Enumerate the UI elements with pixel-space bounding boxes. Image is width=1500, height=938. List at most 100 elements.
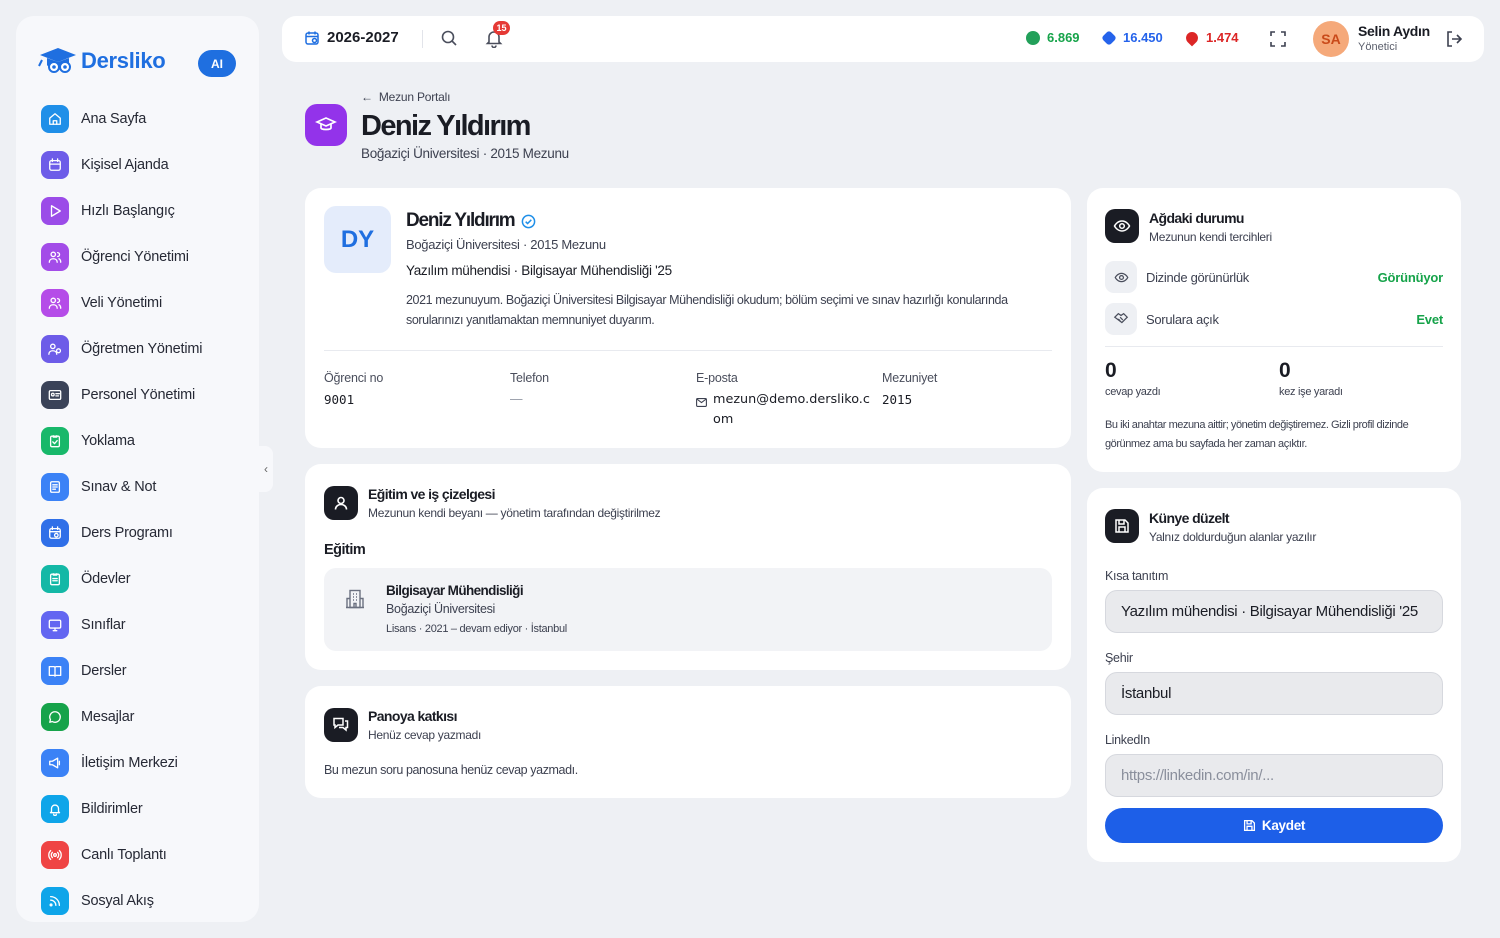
user-name: Selin Aydın [1358, 23, 1430, 39]
eye-icon [1105, 261, 1137, 293]
sidebar-item-label: Dersler [81, 663, 127, 679]
stat-blue-value: 16.450 [1123, 30, 1163, 45]
field-phone: Telefon — [510, 371, 549, 406]
users-icon [41, 243, 69, 271]
graduation-cap-logo-icon [38, 46, 78, 76]
sidebar-item-personel-yönetimi[interactable]: Personel Yönetimi [41, 372, 202, 418]
sidebar-item-label: Yoklama [81, 433, 135, 449]
helpful-count: 0 [1279, 359, 1291, 382]
handshake-icon [1105, 303, 1137, 335]
visibility-value: Görünüyor [1377, 270, 1444, 285]
sidebar-item-canlı-toplantı[interactable]: Canlı Toplantı [41, 832, 202, 878]
logout-button[interactable] [1444, 29, 1464, 54]
email-value: mezun@demo.dersliko.com [713, 392, 870, 427]
sidebar-item-hızlı-başlangıç[interactable]: Hızlı Başlangıç [41, 188, 202, 234]
breadcrumb[interactable]: ← Mezun Portalı [361, 90, 450, 104]
board-note: Bu mezun soru panosuna henüz cevap yazma… [324, 763, 578, 777]
search-icon [441, 30, 457, 46]
sidebar-item-sınav-not[interactable]: Sınav & Not [41, 464, 202, 510]
sidebar-item-label: İletişim Merkezi [81, 755, 178, 771]
field-value: 2015 [882, 392, 913, 407]
edit-card: Künye düzelt Yalnız doldurduğun alanlar … [1087, 488, 1461, 862]
fullscreen-button[interactable] [1269, 30, 1287, 53]
questions-open-value: Evet [1416, 312, 1443, 327]
sidebar-collapse-button[interactable]: ‹ [259, 446, 273, 492]
sidebar-item-label: Veli Yönetimi [81, 295, 162, 311]
notification-count-badge: 15 [493, 21, 510, 35]
sidebar-item-ders-programı[interactable]: Ders Programı [41, 510, 202, 556]
sidebar-item-ana-sayfa[interactable]: Ana Sayfa [41, 96, 202, 142]
play-icon [41, 197, 69, 225]
ai-badge-button[interactable]: AI [198, 50, 236, 77]
education-card: Eğitim ve iş çizelgesi Mezunun kendi bey… [305, 464, 1071, 670]
answers-label: cevap yazdı [1105, 386, 1161, 398]
edit-subtitle: Yalnız doldurduğun alanlar yazılır [1149, 530, 1317, 544]
field-label: Telefon [510, 371, 549, 385]
sidebar-item-label: Personel Yönetimi [81, 387, 196, 403]
city-field-label: Şehir [1105, 651, 1133, 665]
network-title: Ağdaki durumu [1149, 210, 1244, 226]
save-button[interactable]: Kaydet [1105, 808, 1443, 843]
teacher-icon [41, 335, 69, 363]
stat-red: 1.474 [1183, 29, 1239, 46]
monitor-icon [41, 611, 69, 639]
building-icon [346, 589, 364, 609]
divider [1105, 346, 1443, 347]
field-label: Mezuniyet [882, 371, 938, 385]
linkedin-input[interactable] [1105, 754, 1443, 797]
field-label: E-posta [696, 371, 738, 385]
user-avatar[interactable]: SA [1313, 21, 1349, 57]
sidebar-item-bildirimler[interactable]: Bildirimler [41, 786, 202, 832]
city-input[interactable] [1105, 672, 1443, 715]
profile-name: Deniz Yıldırım [406, 210, 536, 232]
sidebar-item-label: Sınav & Not [81, 479, 157, 495]
book-icon [41, 657, 69, 685]
sidebar-item-dersler[interactable]: Dersler [41, 648, 202, 694]
chat-icon [41, 703, 69, 731]
bio-input[interactable] [1105, 590, 1443, 633]
brand-logo[interactable]: Dersliko [38, 46, 166, 76]
sidebar-item-label: Ders Programı [81, 525, 173, 541]
sidebar-item-sosyal-akış[interactable]: Sosyal Akış [41, 878, 202, 924]
sidebar-item-kişisel-ajanda[interactable]: Kişisel Ajanda [41, 142, 202, 188]
sidebar-item-i-letişim-merkezi[interactable]: İletişim Merkezi [41, 740, 202, 786]
megaphone-icon [41, 749, 69, 777]
sidebar-item-label: Kişisel Ajanda [81, 157, 169, 173]
sidebar: Dersliko AI Ana Sayfa Kişisel Ajanda Hızlı… [16, 16, 259, 922]
sidebar-item-veli-yönetimi[interactable]: Veli Yönetimi [41, 280, 202, 326]
breadcrumb-label: Mezun Portalı [378, 90, 451, 104]
network-status-card: Ağdaki durumu Mezunun kendi tercihleri D… [1087, 188, 1461, 472]
profile-bio: 2021 mezunuyum. Boğaziçi Üniversitesi Bi… [406, 293, 1008, 327]
broadcast-icon [41, 841, 69, 869]
clipboard-check-icon [41, 427, 69, 455]
field-value: 9001 [324, 392, 355, 407]
arrow-left-icon: ← [361, 90, 373, 104]
field-email: E-posta mezun@demo.dersliko.com [696, 371, 873, 430]
academic-year-selector[interactable]: 2026-2027 [304, 29, 399, 46]
graduation-cap-icon [305, 104, 347, 146]
page-subtitle: Boğaziçi Üniversitesi · 2015 Mezunu [361, 146, 569, 161]
search-button[interactable] [440, 29, 458, 52]
visibility-label: Dizinde görünürlük [1146, 270, 1249, 285]
email-link[interactable]: mezun@demo.dersliko.com [696, 390, 873, 430]
exam-icon [41, 473, 69, 501]
linkedin-field-label: LinkedIn [1105, 733, 1150, 747]
field-graduation: Mezuniyet 2015 [882, 371, 937, 407]
fire-icon [1183, 29, 1201, 46]
education-entry-school: Boğaziçi Üniversitesi [386, 602, 496, 616]
board-card: Panoya katkısı Henüz cevap yazmadı Bu me… [305, 686, 1071, 798]
eye-icon [1105, 209, 1139, 243]
sidebar-item-öğrenci-yönetimi[interactable]: Öğrenci Yönetimi [41, 234, 202, 280]
sidebar-item-mesajlar[interactable]: Mesajlar [41, 694, 202, 740]
sidebar-item-label: Öğretmen Yönetimi [81, 341, 203, 357]
profile-avatar: DY [324, 206, 391, 273]
save-icon [1243, 819, 1255, 832]
stat-red-value: 1.474 [1206, 30, 1239, 45]
sidebar-item-ödevler[interactable]: Ödevler [41, 556, 202, 602]
user-role: Yönetici [1358, 41, 1398, 53]
board-title: Panoya katkısı [368, 708, 457, 724]
sidebar-item-sınıflar[interactable]: Sınıflar [41, 602, 202, 648]
sidebar-item-yoklama[interactable]: Yoklama [41, 418, 202, 464]
sidebar-item-label: Hızlı Başlangıç [81, 203, 175, 219]
sidebar-item-öğretmen-yönetimi[interactable]: Öğretmen Yönetimi [41, 326, 202, 372]
